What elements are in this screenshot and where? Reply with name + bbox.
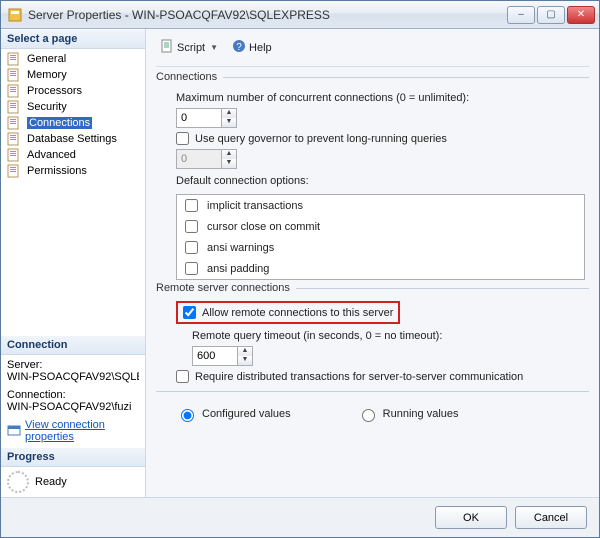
sidebar-item-label: Memory — [27, 69, 67, 81]
server-label: Server: — [7, 359, 139, 371]
sidebar-item-label: Advanced — [27, 149, 76, 161]
maximize-button[interactable]: ▢ — [537, 6, 565, 24]
sidebar-item-label: Security — [27, 101, 67, 113]
select-page-header: Select a page — [1, 29, 145, 49]
page-icon — [7, 116, 23, 130]
app-icon — [7, 7, 23, 23]
sidebar-item-connections[interactable]: Connections — [1, 115, 145, 131]
option-item[interactable]: ANSI NULLS — [177, 279, 584, 280]
main-pane: Script ▼ ? Help Connections Maximum numb… — [146, 29, 599, 497]
default-options-listbox[interactable]: implicit transactionscursor close on com… — [176, 194, 585, 280]
remote-timeout-label: Remote query timeout (in seconds, 0 = no… — [192, 330, 589, 342]
default-options-label: Default connection options: — [176, 175, 589, 187]
spin-down-icon[interactable]: ▼ — [238, 356, 252, 365]
progress-status: Ready — [35, 476, 67, 488]
sidebar: Select a page General Memory Processors Sec… — [1, 29, 146, 497]
title-bar: Server Properties - WIN-PSOACQFAV92\SQLE… — [1, 1, 599, 29]
spin-up-icon[interactable]: ▲ — [238, 347, 252, 356]
query-governor-value-input: ▲▼ — [176, 149, 237, 169]
option-item[interactable]: ansi warnings — [177, 237, 584, 258]
sidebar-item-label: Database Settings — [27, 133, 117, 145]
require-dtc-checkbox[interactable]: Require distributed transactions for ser… — [176, 370, 523, 383]
sidebar-item-label: Processors — [27, 85, 82, 97]
connection-value: WIN-PSOACQFAV92\fuzi — [7, 401, 139, 413]
sidebar-item-memory[interactable]: Memory — [1, 67, 145, 83]
page-icon — [7, 84, 23, 98]
allow-remote-highlight: Allow remote connections to this server — [176, 301, 400, 324]
connections-legend: Connections — [156, 71, 223, 83]
max-connections-input[interactable]: ▲▼ — [176, 108, 237, 128]
svg-text:?: ? — [236, 42, 242, 53]
properties-icon — [7, 423, 21, 440]
option-item[interactable]: cursor close on commit — [177, 216, 584, 237]
toolbar: Script ▼ ? Help — [156, 35, 589, 67]
progress-header: Progress — [1, 447, 145, 467]
option-item[interactable]: ansi padding — [177, 258, 584, 279]
script-button[interactable]: Script ▼ — [156, 37, 222, 58]
sidebar-item-label: General — [27, 53, 66, 65]
connection-label: Connection: — [7, 389, 139, 401]
running-values-radio[interactable]: Running values — [357, 406, 459, 422]
minimize-button[interactable]: – — [507, 6, 535, 24]
progress-spinner-icon — [7, 471, 29, 493]
remote-timeout-input[interactable]: ▲▼ — [192, 346, 253, 366]
view-connection-properties-link[interactable]: View connection properties — [7, 419, 139, 443]
configured-values-radio[interactable]: Configured values — [176, 406, 291, 422]
allow-remote-checkbox[interactable]: Allow remote connections to this server — [183, 306, 393, 319]
spin-down-icon[interactable]: ▼ — [222, 118, 236, 127]
sidebar-item-permissions[interactable]: Permissions — [1, 163, 145, 179]
sidebar-item-database-settings[interactable]: Database Settings — [1, 131, 145, 147]
connection-header: Connection — [1, 335, 145, 355]
page-icon — [7, 68, 23, 82]
help-icon: ? — [232, 39, 246, 56]
sidebar-item-security[interactable]: Security — [1, 99, 145, 115]
script-icon — [160, 39, 174, 56]
chevron-down-icon: ▼ — [210, 43, 218, 52]
page-icon — [7, 132, 23, 146]
sidebar-item-label: Connections — [27, 117, 92, 129]
page-icon — [7, 52, 23, 66]
max-connections-label: Maximum number of concurrent connections… — [176, 92, 589, 104]
option-item[interactable]: implicit transactions — [177, 195, 584, 216]
page-icon — [7, 148, 23, 162]
spin-up-icon[interactable]: ▲ — [222, 109, 236, 118]
page-nav: General Memory Processors Security Connectio… — [1, 49, 145, 181]
dialog-footer: OK Cancel — [1, 497, 599, 537]
page-icon — [7, 164, 23, 178]
window-title: Server Properties - WIN-PSOACQFAV92\SQLE… — [28, 8, 505, 22]
help-button[interactable]: ? Help — [228, 37, 276, 58]
page-icon — [7, 100, 23, 114]
sidebar-item-advanced[interactable]: Advanced — [1, 147, 145, 163]
cancel-button[interactable]: Cancel — [515, 506, 587, 529]
close-button[interactable]: ✕ — [567, 6, 595, 24]
sidebar-item-general[interactable]: General — [1, 51, 145, 67]
query-governor-checkbox[interactable]: Use query governor to prevent long-runni… — [176, 132, 447, 145]
remote-connections-legend: Remote server connections — [156, 282, 296, 294]
server-value: WIN-PSOACQFAV92\SQLEXPRE — [7, 371, 139, 383]
sidebar-item-processors[interactable]: Processors — [1, 83, 145, 99]
ok-button[interactable]: OK — [435, 506, 507, 529]
sidebar-item-label: Permissions — [27, 165, 87, 177]
